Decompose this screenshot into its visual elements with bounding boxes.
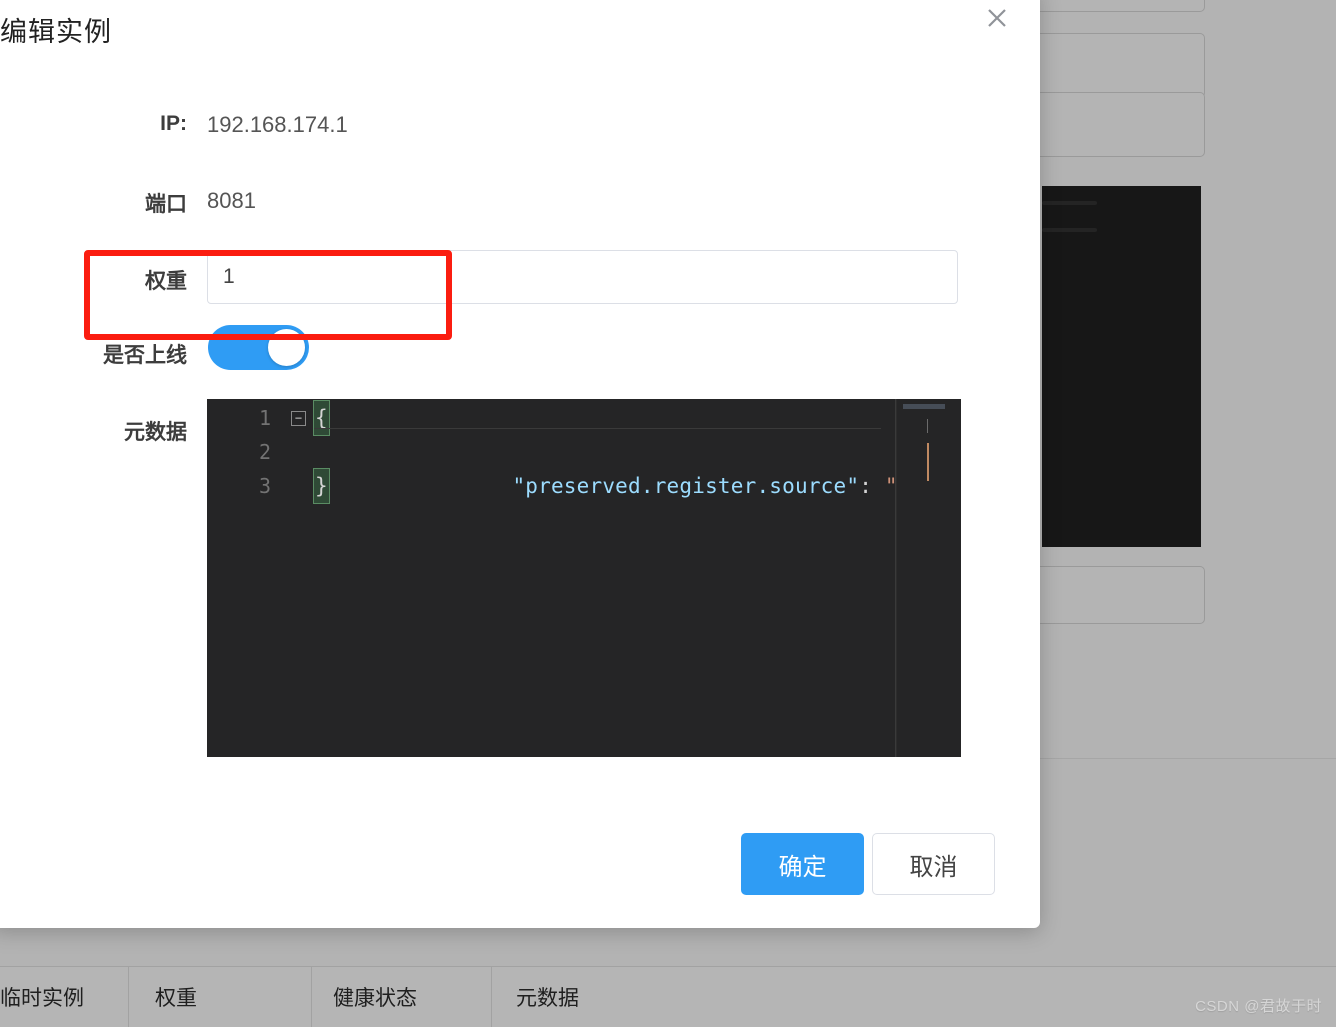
line-number: 1 (258, 406, 271, 430)
edit-instance-dialog: 编辑实例 IP: 192.168.174.1 端口 8081 权重 是否上线 元… (0, 0, 1040, 928)
background-code-editor (1042, 186, 1201, 547)
metadata-code-editor[interactable]: 1 − { 2 "preserved.register.source": "SP… (207, 399, 961, 757)
form-row-port: 端口 8081 (0, 188, 1040, 222)
ip-value: 192.168.174.1 (207, 112, 348, 137)
online-toggle-switch[interactable] (208, 325, 309, 370)
open-brace: { (313, 400, 330, 436)
background-input-box (1035, 33, 1205, 98)
weight-label: 权重 (145, 270, 187, 293)
background-code-line (1042, 228, 1097, 232)
line-number: 3 (258, 474, 271, 498)
editor-line: 3 } (207, 468, 961, 504)
background-code-line (1042, 201, 1097, 205)
editor-minimap[interactable] (896, 399, 961, 757)
minimap-marker (927, 419, 928, 433)
background-table-header: 临时实例 权重 健康状态 元数据 (0, 966, 1336, 1027)
background-input-box (1035, 0, 1205, 12)
editor-line: 1 − { (207, 400, 961, 436)
watermark: CSDN @君故于时 (1195, 998, 1322, 1015)
table-header-cell-temp-instance: 临时实例 (0, 987, 84, 1010)
weight-input[interactable] (207, 250, 958, 304)
minimap-line-preview (903, 404, 945, 409)
form-row-weight: 权重 (0, 250, 1040, 306)
minimap-marker (927, 443, 929, 481)
fold-toggle-icon[interactable]: − (291, 411, 306, 426)
port-label: 端口 (145, 193, 187, 216)
editor-content[interactable]: 1 − { 2 "preserved.register.source": "SP… (207, 399, 961, 757)
column-separator (491, 967, 492, 1027)
port-value: 8081 (207, 188, 256, 213)
toggle-knob (268, 329, 305, 366)
confirm-button[interactable]: 确定 (741, 833, 864, 895)
cancel-button[interactable]: 取消 (872, 833, 995, 895)
background-input-box (1035, 566, 1205, 624)
dialog-title: 编辑实例 (0, 17, 112, 47)
background-input-box (1035, 92, 1205, 157)
column-separator (311, 967, 312, 1027)
dialog-footer: 确定 取消 (0, 833, 1032, 903)
form-row-online: 是否上线 (0, 325, 1040, 371)
table-header-cell-weight: 权重 (155, 987, 197, 1010)
background-divider (1040, 758, 1336, 759)
table-header-cell-health-status: 健康状态 (333, 987, 417, 1010)
column-separator (128, 967, 129, 1027)
line-number: 2 (258, 440, 271, 464)
form-row-ip: IP: 192.168.174.1 (0, 112, 1040, 146)
metadata-label: 元数据 (124, 421, 187, 444)
online-label: 是否上线 (103, 344, 187, 367)
close-brace: } (313, 468, 330, 504)
current-line-underline (314, 428, 881, 429)
table-header-cell-metadata: 元数据 (516, 987, 579, 1010)
editor-line: 2 "preserved.register.source": "SPRING_C (207, 435, 961, 498)
ip-label: IP: (160, 112, 187, 135)
close-icon[interactable] (981, 2, 1013, 34)
